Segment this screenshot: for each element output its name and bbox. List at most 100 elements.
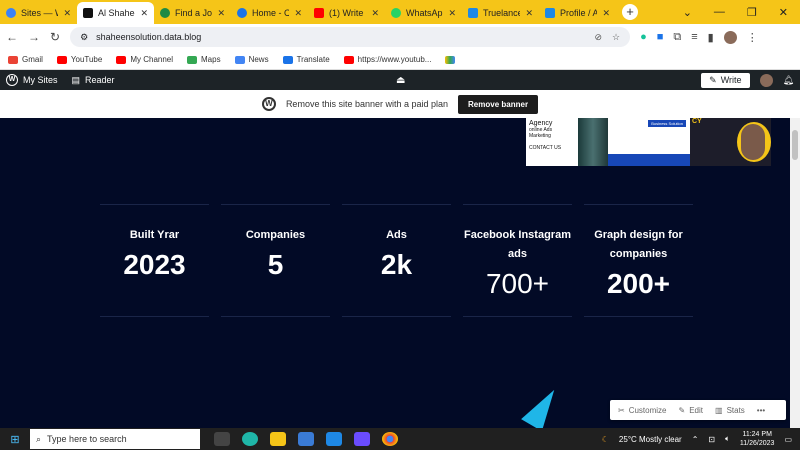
notifications-icon[interactable]: 🔔︎ xyxy=(783,75,794,86)
youtube-icon xyxy=(116,55,127,64)
close-icon[interactable]: ✕ xyxy=(371,8,379,19)
bookmark-star-icon[interactable]: ☆ xyxy=(612,32,620,43)
stat-label: Built Yrar xyxy=(129,229,180,241)
remove-banner-button[interactable]: Remove banner xyxy=(458,94,539,114)
task-view-icon[interactable] xyxy=(214,432,230,446)
bookmark-my-channel[interactable]: My Channel xyxy=(116,55,173,64)
bookmark-news[interactable]: News xyxy=(234,55,269,64)
search-placeholder: Type here to search xyxy=(47,434,127,444)
windows-start-icon[interactable]: ⊞ xyxy=(0,433,30,446)
chrome-icon[interactable] xyxy=(382,432,398,446)
chevron-up-icon[interactable]: ⌃ xyxy=(692,435,699,444)
restore-icon[interactable]: ❐ xyxy=(747,6,757,19)
browser-tab[interactable]: Truelancer | ✕ xyxy=(462,2,539,24)
thumbnail-portrait[interactable]: CY xyxy=(690,118,771,166)
bookmark-youtube[interactable]: YouTube xyxy=(56,55,102,64)
close-icon[interactable]: ✕ xyxy=(140,8,148,19)
user-avatar[interactable] xyxy=(759,73,773,87)
my-sites-link[interactable]: W My Sites xyxy=(6,74,58,86)
tab-title: Profile / Acc xyxy=(560,8,598,18)
browser-tab[interactable]: Profile / Acc ✕ xyxy=(539,2,616,24)
thumb-agency-sub: online Ads Marketing xyxy=(529,127,553,139)
site-info-icon[interactable]: ⚙ xyxy=(80,32,88,43)
thumbnail-business[interactable]: Business Solution xyxy=(608,118,690,166)
reader-link[interactable]: ▤ Reader xyxy=(72,75,115,86)
eye-off-icon[interactable]: ⊘ xyxy=(594,32,602,43)
taskbar-search[interactable]: ⌕ Type here to search xyxy=(30,429,200,449)
mail-icon[interactable] xyxy=(326,432,342,446)
page-scrollbar[interactable] xyxy=(790,118,800,428)
edge-icon[interactable] xyxy=(242,432,258,446)
minimize-icon[interactable]: — xyxy=(714,6,725,18)
tab-favicon-icon xyxy=(83,8,93,18)
stat-label: Facebook Instagram ads xyxy=(464,229,571,260)
network-icon[interactable]: ⊡ xyxy=(708,435,715,444)
thumb-business-label: Business Solution xyxy=(648,120,686,127)
youtube-icon xyxy=(343,55,354,64)
bookmark-maps[interactable]: Maps xyxy=(187,55,221,64)
stat-companies: Companies 5 xyxy=(221,204,330,317)
bookmark-translate[interactable]: Translate xyxy=(282,55,330,64)
back-icon[interactable]: ← xyxy=(6,30,18,44)
grammarly-icon[interactable]: ● xyxy=(640,31,647,43)
close-icon[interactable]: ✕ xyxy=(448,8,456,19)
weather-text[interactable]: 25°C Mostly clear xyxy=(619,435,682,444)
customize-button[interactable]: ✂ Customize xyxy=(618,406,667,415)
address-bar[interactable]: ⚙ shaheensolution.data.blog ⊘ ☆ xyxy=(70,27,631,47)
bookmark-gmail[interactable]: Gmail xyxy=(8,55,43,64)
stat-label: Graph design for companies xyxy=(594,229,683,260)
notification-center-icon[interactable]: ▭ xyxy=(784,435,792,444)
scrollbar-thumb[interactable] xyxy=(792,130,798,160)
close-icon[interactable]: ✕ xyxy=(294,8,302,19)
tab-title: Home - Can xyxy=(252,8,290,18)
collapse-icon[interactable]: ⏏ xyxy=(396,75,405,86)
more-button[interactable]: ••• xyxy=(757,406,765,415)
stat-graph-design: Graph design for companies 200+ xyxy=(584,204,693,317)
pencil-icon: ✎ xyxy=(678,405,686,415)
close-icon[interactable]: ✕ xyxy=(525,8,533,19)
close-icon[interactable]: ✕ xyxy=(63,8,71,19)
browser-tab-active[interactable]: Al Shaheen ✕ xyxy=(77,2,154,24)
file-explorer-icon[interactable] xyxy=(270,432,286,446)
system-tray: ☾ 25°C Mostly clear ⌃ ⊡ 🔈︎ 11:24 PM 11/2… xyxy=(602,430,800,448)
new-tab-button[interactable]: + xyxy=(622,4,638,20)
browser-tab[interactable]: Sites — Wor ✕ xyxy=(0,2,77,24)
reload-icon[interactable]: ↻ xyxy=(50,30,60,44)
extensions-icon[interactable]: ⧉ xyxy=(673,31,681,44)
thumbnail-agency[interactable]: Agency online Ads Marketing CONTACT US xyxy=(526,118,578,166)
write-button[interactable]: ✎ Write xyxy=(701,72,750,88)
stat-built-year: Built Yrar 2023 xyxy=(100,204,209,317)
stats-button[interactable]: ▥ Stats xyxy=(715,406,745,415)
browser-tab[interactable]: Home - Can ✕ xyxy=(231,2,308,24)
media-icon[interactable]: ≡ xyxy=(691,31,697,43)
sidepanel-icon[interactable]: ▮ xyxy=(708,31,714,44)
profile-avatar[interactable] xyxy=(723,30,737,44)
tab-title: Truelancer | xyxy=(483,8,521,18)
taskbar-apps xyxy=(214,432,398,446)
browser-tab[interactable]: Find a Job - ✕ xyxy=(154,2,231,24)
browser-tab[interactable]: (1) Write Be ✕ xyxy=(308,2,385,24)
tab-favicon-icon xyxy=(314,8,324,18)
browser-tab[interactable]: WhatsApp ✕ xyxy=(385,2,462,24)
weather-icon[interactable]: ☾ xyxy=(602,435,609,444)
forward-icon[interactable]: → xyxy=(28,30,40,44)
app-icon[interactable] xyxy=(354,432,370,446)
close-window-icon[interactable]: ✕ xyxy=(779,6,788,19)
menu-icon[interactable]: ⋮ xyxy=(747,31,758,44)
bookmark-drive[interactable] xyxy=(445,55,456,64)
translate-icon[interactable]: ■ xyxy=(657,31,664,43)
store-icon[interactable] xyxy=(298,432,314,446)
thumbnail-building[interactable] xyxy=(578,118,608,166)
close-icon[interactable]: ✕ xyxy=(217,8,225,19)
tab-favicon-icon xyxy=(237,8,247,18)
clock[interactable]: 11:24 PM 11/26/2023 xyxy=(740,430,775,448)
tab-favicon-icon xyxy=(391,8,401,18)
tab-search-icon[interactable]: ⌄ xyxy=(683,6,692,19)
browser-toolbar: ← → ↻ ⚙ shaheensolution.data.blog ⊘ ☆ ● ■… xyxy=(0,24,800,50)
stat-value: 5 xyxy=(267,249,284,280)
bookmark-youtube-url[interactable]: https://www.youtub... xyxy=(343,55,431,64)
site-banner: W Remove this site banner with a paid pl… xyxy=(0,90,800,118)
volume-icon[interactable]: 🔈︎ xyxy=(725,434,730,444)
edit-button[interactable]: ✎ Edit xyxy=(679,406,704,415)
close-icon[interactable]: ✕ xyxy=(602,8,610,19)
